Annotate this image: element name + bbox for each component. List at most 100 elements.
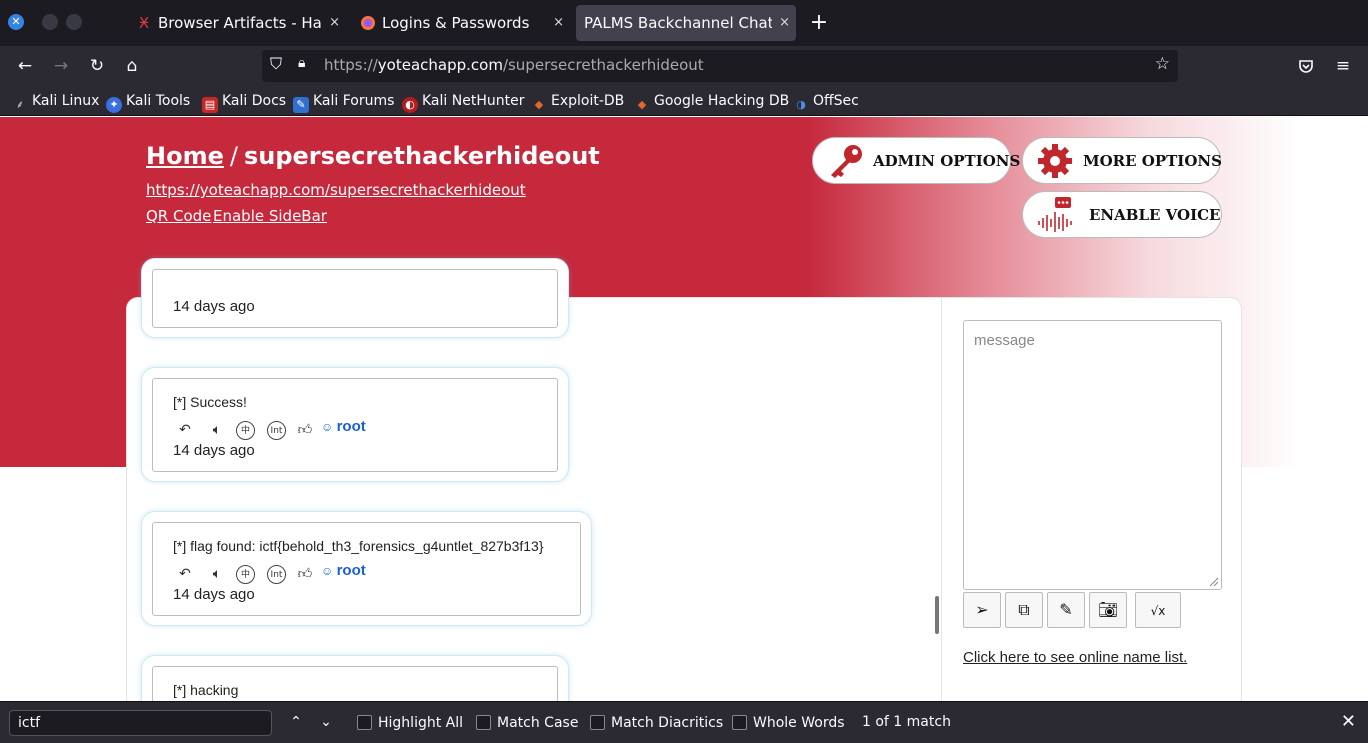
- translate-chinese-icon[interactable]: 中: [236, 565, 255, 584]
- hackthebox-icon: Ӿ: [138, 14, 150, 32]
- bookmark-kali-linux[interactable]: ⸙ Kali Linux: [12, 91, 100, 113]
- tracking-shield-icon[interactable]: ⛉: [270, 54, 282, 74]
- translate-int-icon[interactable]: Int: [267, 565, 286, 584]
- home-link[interactable]: Home: [146, 142, 224, 170]
- enable-sidebar-link[interactable]: Enable SideBar: [213, 207, 327, 225]
- room-url-link[interactable]: https://yoteachapp.com/supersecrethacker…: [146, 181, 526, 199]
- camera-icon: 📷︎: [1097, 600, 1119, 619]
- pocket-icon[interactable]: [1294, 54, 1318, 78]
- breadcrumb-separator: /: [229, 142, 238, 170]
- message-text: [*] hacking: [173, 682, 239, 698]
- more-options-button[interactable]: MORE OPTIONS: [1022, 137, 1222, 184]
- bookmark-kali-forums[interactable]: ✎ Kali Forums: [293, 91, 394, 113]
- find-previous-icon[interactable]: ⌃: [286, 711, 306, 733]
- message-body: [*] flag found: ictf{behold_th3_forensic…: [152, 522, 581, 616]
- speaker-icon[interactable]: 🔈︎: [207, 564, 227, 584]
- kali-dragon-icon: ⸙: [15, 98, 25, 111]
- bookmark-exploit-db[interactable]: ◆ Exploit-DB: [531, 91, 625, 113]
- qr-code-link[interactable]: QR Code: [146, 207, 211, 225]
- lock-icon[interactable]: 🔒︎: [298, 55, 305, 71]
- resize-handle-icon[interactable]: [1209, 577, 1219, 587]
- find-input[interactable]: ictf: [9, 710, 272, 736]
- match-case-checkbox[interactable]: Match Case: [476, 714, 578, 732]
- bookmark-kali-tools[interactable]: ✦ Kali Tools: [106, 91, 190, 113]
- nethunter-icon: ◐: [402, 97, 418, 113]
- admin-options-button[interactable]: ADMIN OPTIONS: [812, 137, 1020, 184]
- send-button[interactable]: ➢: [963, 592, 1001, 628]
- close-tab-icon[interactable]: ×: [329, 5, 340, 41]
- tab-logins-passwords[interactable]: Logins & Passwords ×: [352, 5, 570, 41]
- window-minimize-button[interactable]: [42, 14, 58, 30]
- window-close-button[interactable]: ✕: [8, 14, 24, 30]
- reload-icon[interactable]: ↻: [85, 54, 109, 78]
- kali-forums-icon: ✎: [293, 97, 309, 113]
- message-placeholder: message: [974, 332, 1035, 349]
- formula-button[interactable]: √x: [1135, 592, 1181, 628]
- reply-icon[interactable]: ↶: [175, 564, 195, 584]
- screen-capture-button[interactable]: ⧉: [1005, 592, 1043, 628]
- thumbs-up-icon[interactable]: 👍︎: [295, 420, 315, 440]
- message-card: [*] hacking: [141, 655, 569, 701]
- online-name-list-link[interactable]: Click here to see online name list.: [963, 649, 1187, 666]
- tab-browser-artifacts[interactable]: Ӿ Browser Artifacts - HackT ×: [128, 5, 346, 41]
- message-user[interactable]: ☺ root: [321, 562, 366, 579]
- exploit-db-icon: ◆: [534, 98, 544, 111]
- whole-words-checkbox[interactable]: Whole Words: [732, 714, 845, 732]
- kali-docs-icon: ▤: [202, 97, 218, 113]
- close-find-bar-icon[interactable]: ✕: [1341, 710, 1356, 734]
- checkbox-box: [476, 715, 491, 730]
- camera-button[interactable]: 📷︎: [1089, 592, 1127, 628]
- home-icon[interactable]: ⌂: [120, 54, 144, 78]
- bookmark-star-icon[interactable]: ☆: [1155, 54, 1170, 74]
- thumbs-up-icon[interactable]: 👍︎: [295, 564, 315, 584]
- back-arrow-icon[interactable]: ←: [13, 54, 37, 78]
- kali-tools-icon: ✦: [106, 97, 122, 113]
- message-body: 14 days ago: [152, 269, 558, 328]
- gear-icon: [1038, 144, 1072, 178]
- tab-palms-chat[interactable]: PALMS Backchannel Chat | Th ×: [576, 5, 796, 41]
- checkbox-box: [732, 715, 747, 730]
- find-next-icon[interactable]: ⌄: [316, 711, 336, 733]
- message-input[interactable]: message: [963, 320, 1222, 590]
- bookmark-google-hacking-db[interactable]: ◆ Google Hacking DB: [634, 91, 789, 113]
- highlight-all-checkbox[interactable]: Highlight All: [357, 714, 463, 732]
- translate-int-icon[interactable]: Int: [267, 421, 286, 440]
- bookmark-kali-docs[interactable]: ▤ Kali Docs: [202, 91, 286, 113]
- url-text[interactable]: https://yoteachapp.com/supersecrethacker…: [324, 56, 704, 74]
- bookmark-offsec[interactable]: ◑ OffSec: [793, 91, 859, 113]
- tab-title: Logins & Passwords: [382, 14, 530, 32]
- translate-chinese-icon[interactable]: 中: [236, 421, 255, 440]
- menu-hamburger-icon[interactable]: ≡: [1331, 54, 1355, 78]
- breadcrumb: Home / supersecrethackerhideout: [146, 142, 600, 170]
- tab-title: Browser Artifacts - HackT: [158, 14, 322, 32]
- checkbox-box: [357, 715, 372, 730]
- close-tab-icon[interactable]: ×: [779, 5, 790, 41]
- web-page: Home / supersecrethackerhideout https://yo…: [0, 117, 1368, 701]
- message-time: 14 days ago: [173, 442, 255, 459]
- close-tab-icon[interactable]: ×: [553, 5, 564, 41]
- message-time: 14 days ago: [173, 586, 255, 603]
- user-icon: ☺: [321, 564, 337, 578]
- tab-title: PALMS Backchannel Chat | Th: [584, 14, 772, 32]
- paper-plane-icon: ➢: [975, 600, 989, 619]
- navigation-bar: ← → ↻ ⌂ ⛉ 🔒︎ https://yoteachapp.com/supe…: [0, 46, 1368, 86]
- firefox-icon: [360, 5, 376, 41]
- new-tab-button[interactable]: +: [806, 6, 832, 40]
- address-bar[interactable]: ⛉ 🔒︎ https://yoteachapp.com/supersecreth…: [262, 50, 1178, 82]
- reply-icon[interactable]: ↶: [175, 420, 195, 440]
- match-diacritics-checkbox[interactable]: Match Diacritics: [590, 714, 723, 732]
- forward-arrow-icon[interactable]: →: [49, 54, 73, 78]
- tab-bar: ✕ Ӿ Browser Artifacts - HackT × Logins &…: [0, 0, 1368, 46]
- window-maximize-button[interactable]: [66, 14, 82, 30]
- enable-voice-button[interactable]: ENABLE VOICE: [1022, 191, 1222, 238]
- math-formula-icon: √x: [1150, 604, 1166, 618]
- enable-voice-label: ENABLE VOICE: [1089, 206, 1221, 224]
- messages-scrollbar[interactable]: [935, 596, 939, 634]
- speaker-icon[interactable]: 🔈︎: [207, 420, 227, 440]
- find-status: 1 of 1 match: [862, 714, 951, 730]
- panel-divider: [941, 298, 942, 701]
- message-text: [*] flag found: ictf{behold_th3_forensic…: [173, 538, 544, 554]
- bookmark-kali-nethunter[interactable]: ◐ Kali NetHunter: [402, 91, 524, 113]
- draw-button[interactable]: ✎: [1047, 592, 1085, 628]
- message-user[interactable]: ☺ root: [321, 418, 366, 435]
